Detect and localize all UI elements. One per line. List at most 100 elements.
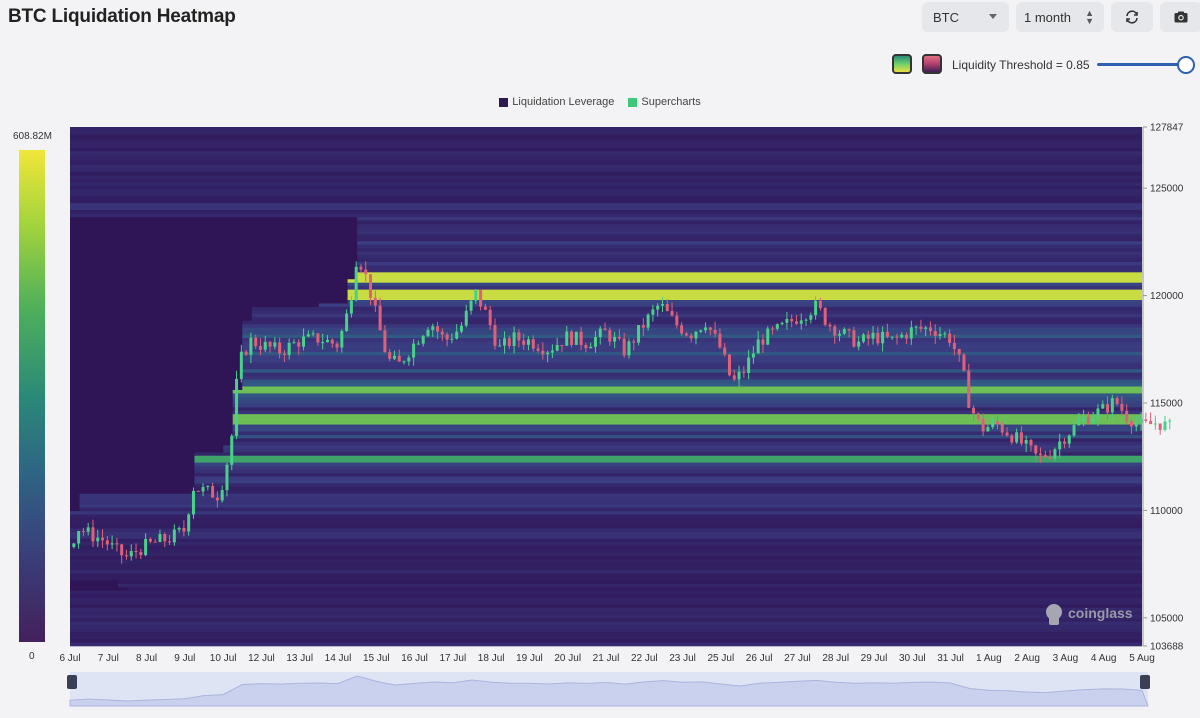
candle-body	[282, 353, 286, 355]
candle-body	[885, 331, 889, 337]
heatmap-band	[70, 210, 1142, 214]
heatmap-band	[194, 462, 1142, 467]
heatmap-band	[232, 414, 1142, 418]
navigator-handle[interactable]	[67, 675, 77, 689]
candle-body	[876, 332, 880, 344]
candle-body	[105, 540, 109, 545]
heatmap-band	[357, 244, 1143, 249]
heatmap-band	[70, 133, 1142, 138]
candle-body	[187, 514, 191, 532]
heatmap-band	[70, 182, 1142, 187]
y-tick-label: 120000	[1150, 291, 1184, 302]
candle-body	[622, 338, 626, 356]
candle-body	[278, 342, 282, 354]
candle-body	[713, 329, 717, 334]
heatmap-band	[70, 178, 1142, 183]
candle-body	[72, 543, 76, 547]
candle-body	[163, 534, 167, 542]
heatmap-band	[117, 583, 1142, 588]
candle-body	[790, 318, 794, 322]
candle-body	[967, 370, 971, 408]
candle-body	[230, 435, 234, 465]
y-tick-label: 125000	[1150, 184, 1184, 195]
candle-body	[1015, 432, 1019, 443]
candle-body	[258, 346, 262, 350]
y-tick-label: 127847	[1150, 123, 1184, 134]
candle-body	[1101, 404, 1105, 409]
candle-body	[632, 341, 636, 343]
x-tick-label: 10 Jul	[210, 653, 237, 664]
candle-body	[809, 315, 813, 320]
candle-body	[306, 334, 310, 337]
x-tick-label: 7 Jul	[98, 653, 119, 664]
candle-body	[560, 345, 564, 347]
candle-body	[938, 334, 942, 336]
x-tick-label: 2 Aug	[1014, 653, 1040, 664]
candle-body	[699, 330, 703, 332]
candle-body	[689, 335, 693, 339]
candle-body	[311, 333, 315, 335]
candle-body	[976, 413, 980, 420]
candle-body	[168, 541, 172, 543]
candle-body	[948, 333, 952, 343]
heatmap-band	[194, 479, 1142, 484]
heatmap-band	[70, 514, 1142, 519]
heatmap-band	[70, 618, 1142, 623]
x-tick-label: 4 Aug	[1091, 653, 1117, 664]
heatmap-band	[79, 497, 1143, 501]
heatmap-band	[70, 566, 1142, 571]
candle-body	[522, 340, 526, 345]
candle-body	[708, 327, 712, 330]
navigator-handle[interactable]	[1140, 675, 1150, 689]
heatmap-band	[70, 576, 1142, 581]
heatmap-band	[70, 542, 1142, 546]
heatmap-band	[242, 369, 1143, 373]
heatmap-band	[70, 628, 1142, 633]
candle-body	[928, 327, 932, 332]
candle-body	[354, 266, 358, 301]
heatmap-band	[347, 293, 1143, 297]
candle-body	[756, 339, 760, 354]
candle-body	[211, 486, 215, 498]
candle-body	[905, 334, 909, 339]
y-tick-label: 115000	[1150, 398, 1183, 409]
heatmap-band	[357, 255, 1143, 259]
candle-body	[191, 490, 195, 515]
candle-body	[1144, 419, 1148, 421]
candle-body	[723, 347, 727, 355]
candle-body	[153, 541, 157, 543]
candle-body	[1062, 441, 1066, 444]
candle-body	[254, 337, 258, 347]
range-navigator[interactable]	[67, 672, 1150, 707]
candle-body	[1024, 439, 1028, 444]
candle-body	[182, 527, 186, 532]
candle-body	[670, 311, 674, 316]
candle-body	[220, 490, 224, 501]
candle-body	[919, 326, 923, 329]
candle-body	[943, 333, 947, 335]
heatmap-band	[70, 199, 1142, 204]
heatmap-band	[70, 556, 1142, 560]
candle-body	[747, 357, 751, 373]
candle-body	[436, 326, 440, 332]
heatmap-band	[70, 130, 1142, 135]
candle-body	[144, 538, 148, 556]
candle-body	[1110, 398, 1114, 413]
heatmap-band	[70, 192, 1142, 197]
candle-body	[1158, 423, 1162, 430]
candle-body	[799, 320, 803, 324]
candle-body	[550, 350, 554, 353]
candle-body	[972, 407, 976, 414]
candle-body	[589, 346, 593, 349]
candle-body	[555, 345, 559, 351]
candle-body	[273, 342, 277, 347]
candle-body	[814, 300, 818, 316]
candle-body	[412, 343, 416, 358]
heatmap-band	[70, 196, 1142, 200]
x-tick-label: 16 Jul	[401, 653, 428, 664]
candle-body	[101, 537, 105, 541]
heatmap-band	[242, 383, 1143, 387]
candle-body	[378, 305, 382, 331]
heatmap-chart[interactable]: 127847 125000 120000 115000 110000 105000 1036…	[0, 0, 1200, 718]
candle-body	[120, 544, 124, 556]
